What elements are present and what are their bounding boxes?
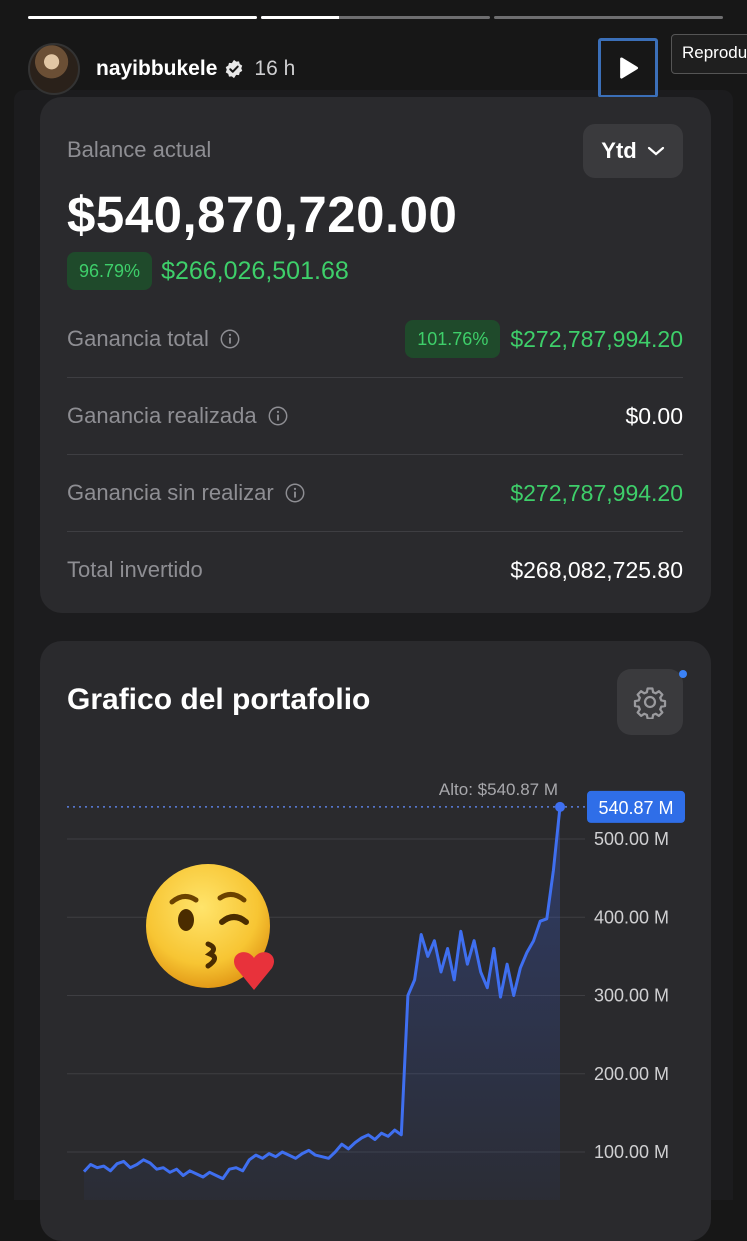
high-label: Alto: $540.87 M bbox=[439, 780, 558, 799]
kissing-face-emoji-sticker bbox=[146, 864, 275, 990]
y-tick-label: 400.00 M bbox=[594, 907, 669, 927]
portfolio-chart[interactable]: 500.00 M 400.00 M 300.00 M 200.00 M 100.00 M… bbox=[0, 0, 747, 1200]
y-tick-label: 500.00 M bbox=[594, 829, 669, 849]
y-tick-label: 200.00 M bbox=[594, 1064, 669, 1084]
high-point bbox=[555, 801, 565, 812]
y-tick-label: 300.00 M bbox=[594, 986, 669, 1006]
current-value-label: 540.87 M bbox=[598, 798, 673, 818]
y-tick-label: 100.00 M bbox=[594, 1142, 669, 1162]
